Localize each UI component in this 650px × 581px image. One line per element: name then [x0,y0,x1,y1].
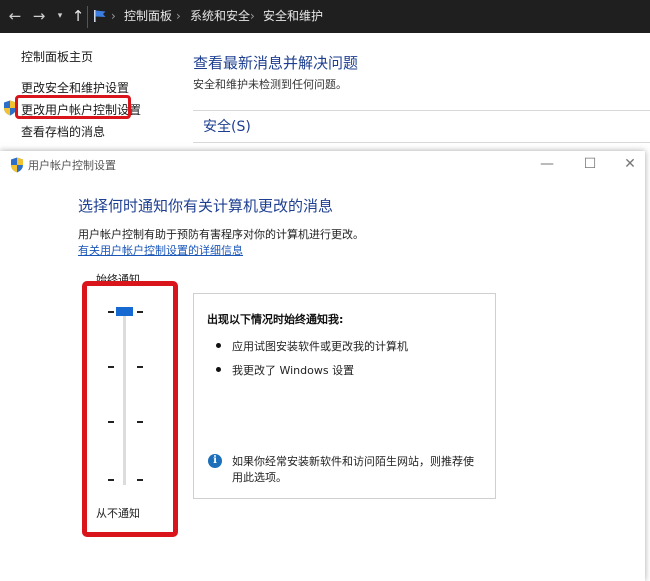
uac-more-info-link[interactable]: 有关用户帐户控制设置的详细信息 [78,242,243,258]
bullet-icon [216,343,221,348]
breadcrumb-separator: › [111,9,116,23]
minimize-icon[interactable]: — [527,151,567,179]
sidebar-item-archived-messages[interactable]: 查看存档的消息 [21,123,105,140]
breadcrumb-security-maintenance[interactable]: 安全和维护 [263,0,323,33]
page-subtitle: 安全和维护未检测到任何问题。 [193,78,347,91]
dialog-headline: 选择何时通知你有关计算机更改的消息 [78,197,334,215]
section-security-header[interactable]: 安全(S) [203,116,251,136]
breadcrumb-control-panel[interactable]: 控制面板 [124,0,172,33]
bullet-icon [216,367,221,372]
dialog-description: 用户帐户控制有助于预防有害程序对你的计算机进行更改。 [78,228,364,241]
address-divider [87,6,88,28]
divider [193,142,650,143]
divider [193,110,650,111]
breadcrumb-separator: › [250,9,255,23]
forward-arrow-icon[interactable]: → [30,0,48,33]
page-title: 查看最新消息并解决问题 [193,54,359,72]
highlight-box [82,281,178,537]
highlight-box [15,95,131,119]
info-bullet: 应用试图安装软件或更改我的计算机 [232,340,408,353]
info-panel-title: 出现以下情况时始终通知我: [207,313,344,326]
back-arrow-icon[interactable]: ← [6,0,24,33]
address-bar: ← → ▾ ↑ › 控制面板 › 系统和安全 › 安全和维护 [0,0,650,33]
maximize-icon[interactable]: ☐ [570,151,610,179]
info-icon: i [208,454,222,468]
sidebar-item-change-security-settings[interactable]: 更改安全和维护设置 [21,79,129,96]
uac-shield-icon [11,157,23,173]
info-note: 如果你经常安装新软件和访问陌生网站，则推荐使用此选项。 [232,455,474,484]
close-icon[interactable]: ✕ [610,151,650,179]
up-arrow-icon[interactable]: ↑ [70,0,86,33]
chevron-down-icon[interactable]: ▾ [54,0,66,33]
control-panel-flag-icon [94,10,106,22]
sidebar-item-control-panel-home[interactable]: 控制面板主页 [21,48,93,65]
breadcrumb-system-security[interactable]: 系统和安全 [190,0,250,33]
info-panel: 出现以下情况时始终通知我: 应用试图安装软件或更改我的计算机 我更改了 Wind… [193,293,496,499]
info-bullet: 我更改了 Windows 设置 [232,364,355,377]
dialog-title: 用户帐户控制设置 [28,159,116,172]
breadcrumb-separator: › [176,9,181,23]
